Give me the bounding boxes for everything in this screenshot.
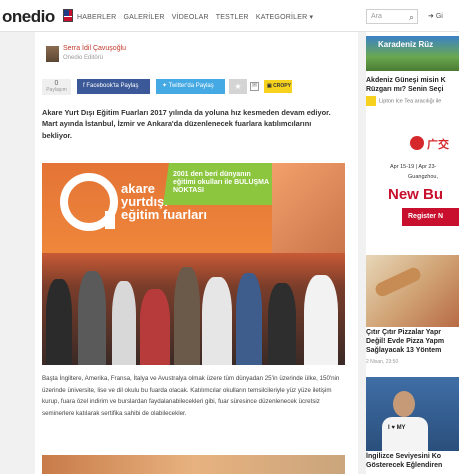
pizza-title-line: Sağlayacak 13 Yöntem: [366, 347, 442, 354]
ad-headline: New Bu: [388, 186, 444, 203]
english-title-line: İngilizce Seviyesini Ko: [366, 453, 442, 460]
ad-dates: Apr 15-19 | Apr 23-: [390, 164, 437, 170]
main-nav: HABERLER GALERİLER VİDEOLAR TESTLER KATE…: [77, 13, 318, 21]
ad-city: Guangzhou,: [408, 174, 438, 180]
english-card-image[interactable]: I ♥ MY: [366, 377, 459, 451]
pizza-title-line: Çıtır Çıtır Pizzalar Yapr: [366, 329, 441, 336]
article-content: Serra İdil Çavuşoğlu Onedio Editörü 0 Pa…: [35, 32, 358, 474]
person-figure: [46, 279, 72, 365]
hero-brand-c: eğitim fuarları: [121, 207, 207, 222]
person-figure: [174, 267, 200, 365]
ad-logo-text: 广交: [427, 139, 449, 151]
akare-logo-tail: [105, 211, 115, 229]
twitter-share-button[interactable]: ✦ Twitter'da Paylaş: [156, 79, 225, 94]
lipton-logo-icon: [366, 96, 376, 106]
hero-image[interactable]: akare yurtdışı eğitim fuarları 2001 den …: [42, 163, 345, 365]
favorite-button[interactable]: ★: [229, 79, 247, 94]
search-placeholder: Ara: [371, 13, 382, 20]
hero-green-text: 2001 den beri dünyanın eğitimi okulları …: [173, 171, 269, 194]
next-article-image[interactable]: [42, 455, 345, 474]
pizza-card-meta: 2 Nisan, 23:50: [366, 359, 399, 365]
share-count: 0 Paylaşım: [42, 79, 71, 95]
sponsor-text: Lipton Ice Tea aracılığı ile: [379, 98, 442, 105]
hero-faces-poster: [272, 163, 345, 258]
promo-title[interactable]: Akdeniz Güneşi misin K Rüzgarı mı? Senin…: [366, 76, 459, 94]
promo-image[interactable]: Karadeniz Rüz: [366, 36, 459, 71]
facebook-share-label: Facebook'ta Paylaş: [86, 83, 139, 89]
person-figure: [202, 277, 232, 365]
person-figure: [236, 273, 262, 365]
nav-galeriler[interactable]: GALERİLER: [124, 14, 165, 21]
promo-title-line: Rüzgarı mı? Senin Seçi: [366, 86, 444, 93]
nav-kategoriler[interactable]: KATEGORİLER ▾: [256, 14, 313, 21]
twitter-share-label: Twitter'da Paylaş: [168, 83, 214, 89]
english-title-line: Gösterecek Eğlendiren: [366, 462, 443, 469]
share-count-label: Paylaşım: [46, 87, 67, 93]
share-count-value: 0: [54, 80, 59, 87]
cropy-button[interactable]: ▣ CROPY: [264, 80, 292, 93]
person-figure: [304, 275, 338, 365]
login-link[interactable]: ➜ Gi: [428, 12, 443, 20]
sidebar: Karadeniz Rüz Akdeniz Güneşi misin K Rüz…: [366, 32, 459, 474]
person-figure: [112, 281, 136, 365]
search-icon[interactable]: ⌕: [409, 12, 414, 23]
twitter-icon: ✦: [162, 83, 169, 89]
promo-image-text: Karadeniz Rüz: [378, 40, 434, 49]
mail-icon: ✉: [251, 83, 258, 89]
person-figure: [268, 283, 296, 365]
english-card-title[interactable]: İngilizce Seviyesini Ko Gösterecek Eğlen…: [366, 452, 459, 470]
canton-logo-icon: [410, 136, 424, 150]
page: onedio HABERLER GALERİLER VİDEOLAR TESTL…: [0, 0, 459, 474]
star-icon: ★: [234, 82, 242, 91]
pizza-card-image[interactable]: [366, 255, 459, 327]
ad-register-button[interactable]: Register N: [402, 208, 459, 226]
nav-testler[interactable]: TESTLER: [216, 14, 249, 21]
tshirt-text: I ♥ MY: [388, 425, 406, 431]
rolling-pin-icon: [373, 265, 423, 299]
tshirt: [382, 417, 428, 451]
person-figure: [78, 271, 106, 365]
person-figure: [140, 289, 170, 365]
article-lede: Akare Yurt Dışı Eğitim Fuarları 2017 yıl…: [42, 108, 331, 140]
login-label: Gi: [435, 13, 443, 20]
search-input[interactable]: Ara ⌕: [366, 9, 418, 24]
cropy-label: CROPY: [273, 83, 291, 89]
flag-icon[interactable]: [63, 9, 73, 22]
article-body: Başta İngiltere, Amerika, Fransa, İtalya…: [42, 375, 340, 417]
pizza-title-line: Değil! Evde Pizza Yapm: [366, 338, 445, 345]
mail-share-button[interactable]: ✉: [250, 82, 259, 91]
site-logo[interactable]: onedio: [2, 7, 55, 27]
person-head: [393, 391, 415, 417]
canton-fair-ad[interactable]: 广交 Apr 15-19 | Apr 23- Guangzhou, New Bu…: [366, 122, 459, 249]
nav-videolar[interactable]: VİDEOLAR: [172, 14, 209, 21]
facebook-share-button[interactable]: f Facebook'ta Paylaş: [77, 79, 150, 94]
nav-haberler[interactable]: HABERLER: [77, 14, 116, 21]
sponsor-line[interactable]: Lipton Ice Tea aracılığı ile: [366, 96, 441, 106]
top-navigation: onedio HABERLER GALERİLER VİDEOLAR TESTL…: [0, 0, 459, 32]
author-role: Onedio Editörü: [63, 55, 104, 61]
promo-title-line: Akdeniz Güneşi misin K: [366, 77, 446, 84]
hero-crowd: [42, 253, 345, 365]
author-avatar[interactable]: [46, 46, 59, 62]
author-name[interactable]: Serra İdil Çavuşoğlu: [63, 45, 126, 52]
pizza-card-title[interactable]: Çıtır Çıtır Pizzalar Yapr Değil! Evde Pi…: [366, 328, 459, 355]
